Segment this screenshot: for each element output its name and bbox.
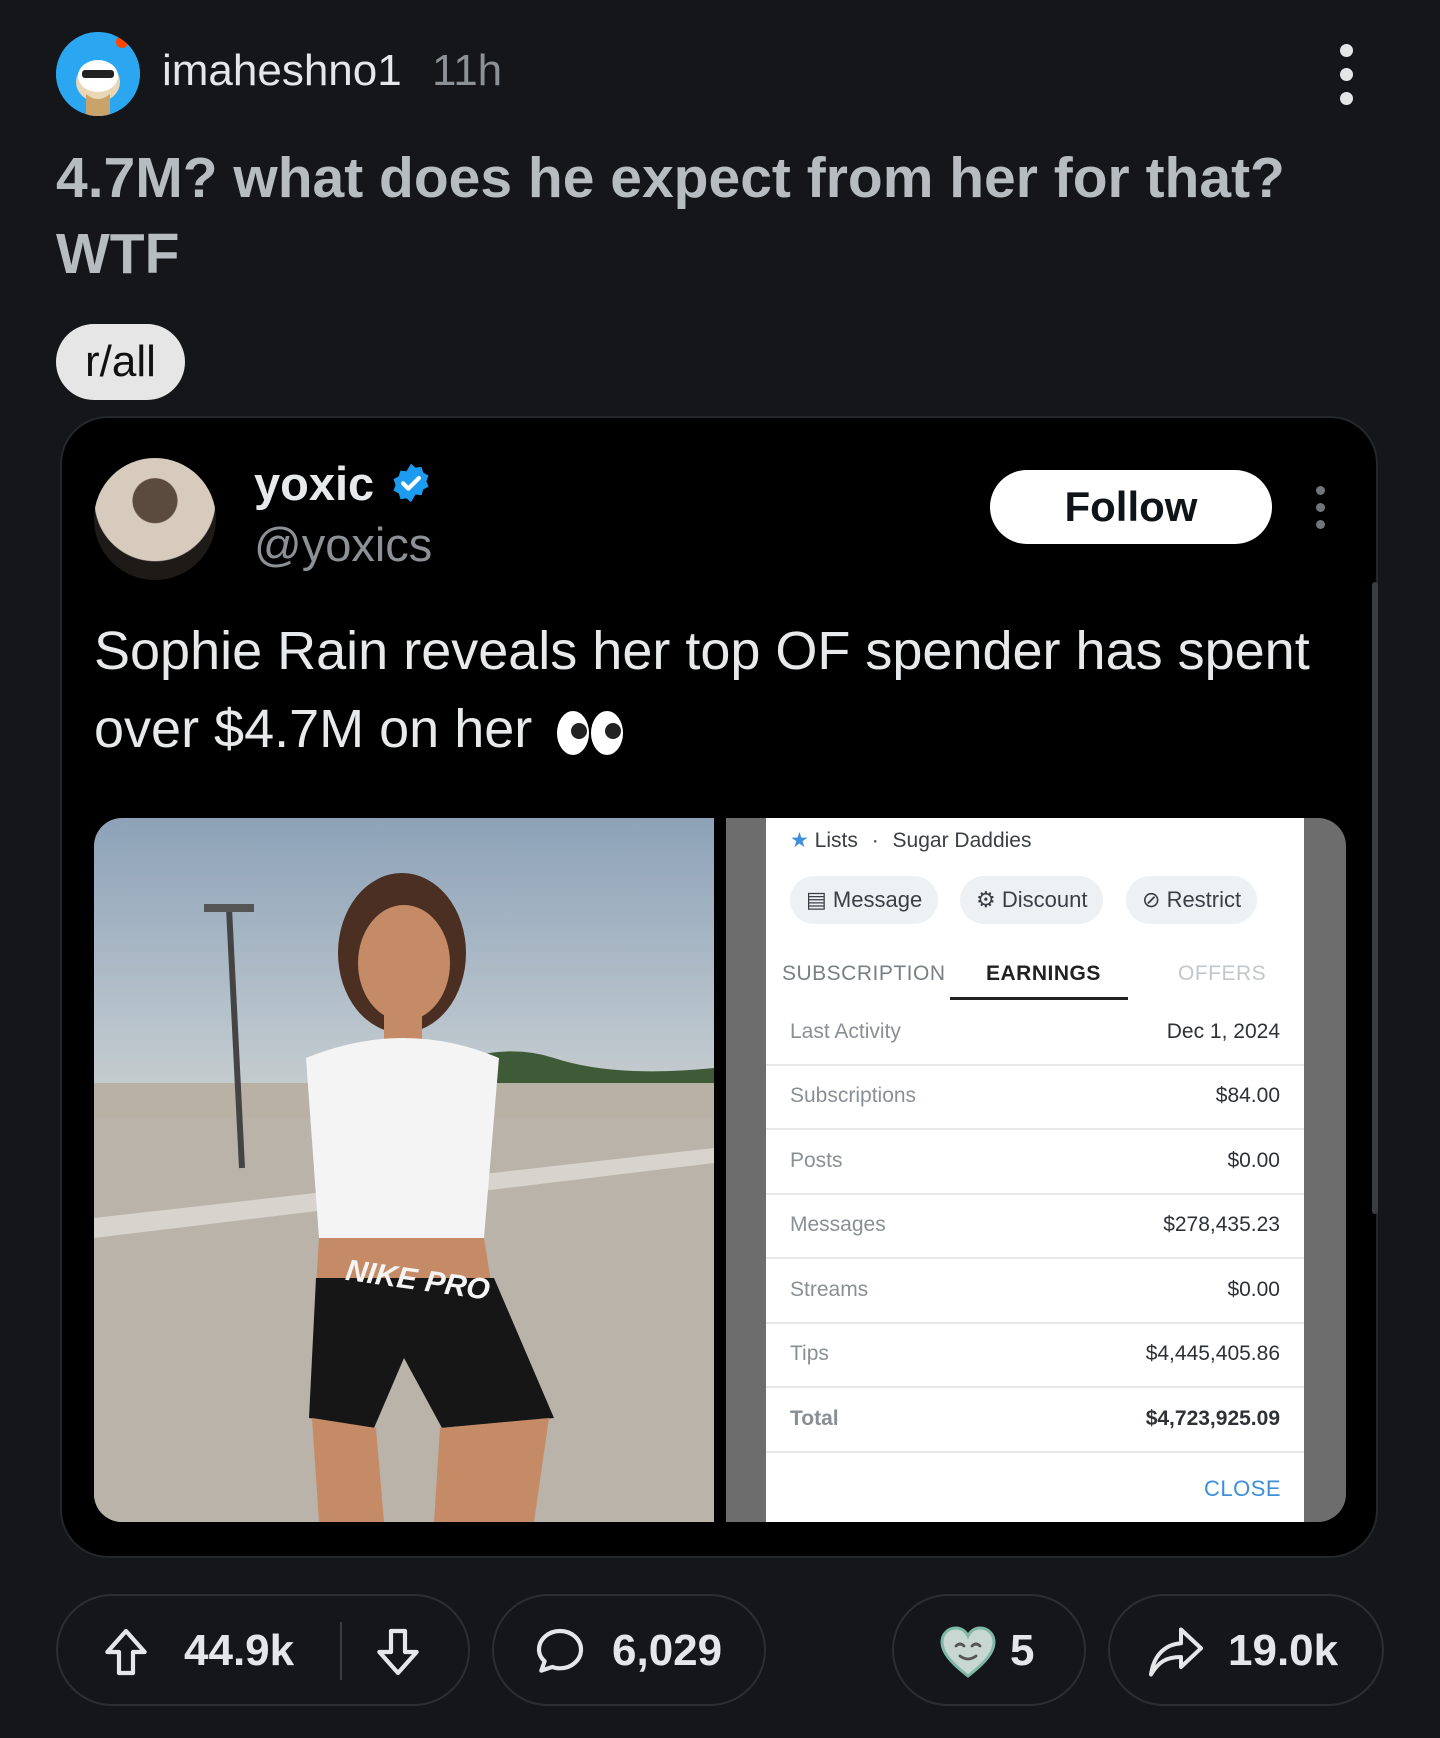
tab-earnings: EARNINGS [986,962,1101,985]
comment-count: 6,029 [612,1626,723,1675]
follow-button: Follow [990,470,1272,544]
share-icon [1149,1627,1203,1677]
discount-label: Discount [1001,887,1088,912]
snoo-avatar-icon [56,32,140,116]
comments-button[interactable]: 6,029 [492,1594,766,1706]
tweet-author-avatar [94,458,216,580]
row-value-total: $4,723,925.09 [1145,1407,1280,1430]
award-button[interactable]: 5 [892,1594,1086,1706]
row-label-posts: Posts [790,1149,843,1172]
breadcrumb-lists: Lists [814,829,858,852]
row-divider [766,1193,1304,1195]
award-count: 5 [1010,1626,1035,1675]
row-label-streams: Streams [790,1278,869,1301]
breadcrumb: ★ Lists · Sugar Daddies [790,828,1031,853]
row-label-total: Total [790,1407,839,1430]
scrollbar [1372,582,1378,1214]
row-divider [766,1451,1304,1453]
row-label-messages: Messages [790,1213,886,1236]
message-pill: ▤ Message [790,876,939,924]
row-value-posts: $0.00 [1227,1149,1280,1172]
eyes-emoji-icon [557,710,624,755]
share-button[interactable]: 19.0k [1108,1594,1384,1706]
post-title[interactable]: 4.7M? what does he expect from her for t… [56,140,1356,292]
upvote-icon[interactable] [98,1624,154,1680]
row-divider [766,1064,1304,1066]
discount-icon: ⚙ [976,887,996,912]
restrict-icon: ⊘ [1142,887,1161,912]
tab-subscription: SUBSCRIPTION [782,962,946,985]
row-value-streams: $0.00 [1227,1278,1280,1301]
tweet-text: Sophie Rain reveals her top OF spender h… [94,612,1344,768]
vote-divider [340,1622,342,1680]
post-more-options-icon[interactable] [1326,44,1366,108]
row-label-tips: Tips [790,1342,829,1365]
close-link: CLOSE [1204,1476,1282,1501]
row-divider [766,1257,1304,1259]
community-chip[interactable]: r/all [56,324,185,400]
breadcrumb-separator: · [871,829,879,852]
share-count: 19.0k [1228,1626,1339,1675]
tweet-photo: NIKE PRO [94,818,714,1522]
downvote-icon[interactable] [370,1624,426,1680]
restrict-pill: ⊘ Restrict [1126,876,1258,924]
row-divider [766,1322,1304,1324]
row-divider [766,1128,1304,1130]
vote-bar: 44.9k [56,1594,470,1706]
active-tab-underline [950,997,1128,1000]
row-value-last-activity: Dec 1, 2024 [1166,1020,1280,1043]
message-label: Message [832,887,923,912]
verified-badge-icon [393,463,429,503]
row-label-subscriptions: Subscriptions [790,1084,917,1107]
message-icon: ▤ [806,887,827,912]
star-icon: ★ [790,829,809,852]
tweet-author-handle: @yoxics [254,518,433,571]
discount-pill: ⚙ Discount [960,876,1104,924]
upvote-count: 44.9k [184,1626,295,1675]
row-label-last-activity: Last Activity [790,1020,901,1043]
award-heart-icon [940,1626,996,1678]
author-avatar[interactable] [56,32,140,116]
comment-icon [536,1628,584,1673]
author-username[interactable]: imaheshno1 [162,46,402,96]
row-value-tips: $4,445,405.86 [1145,1342,1280,1365]
row-value-subscriptions: $84.00 [1215,1084,1280,1107]
photo-illustration: NIKE PRO [94,873,714,1522]
tweet-text-content: Sophie Rain reveals her top OF spender h… [94,621,1310,759]
breadcrumb-sugar-daddies: Sugar Daddies [892,829,1032,852]
tweet-more-icon [1312,486,1328,532]
tweet-author-name: yoxic [254,457,375,510]
restrict-label: Restrict [1166,887,1242,912]
post-age: 11h [432,46,503,95]
row-value-messages: $278,435.23 [1163,1213,1280,1236]
tab-offers: OFFERS [1178,962,1267,985]
row-divider [766,1386,1304,1388]
